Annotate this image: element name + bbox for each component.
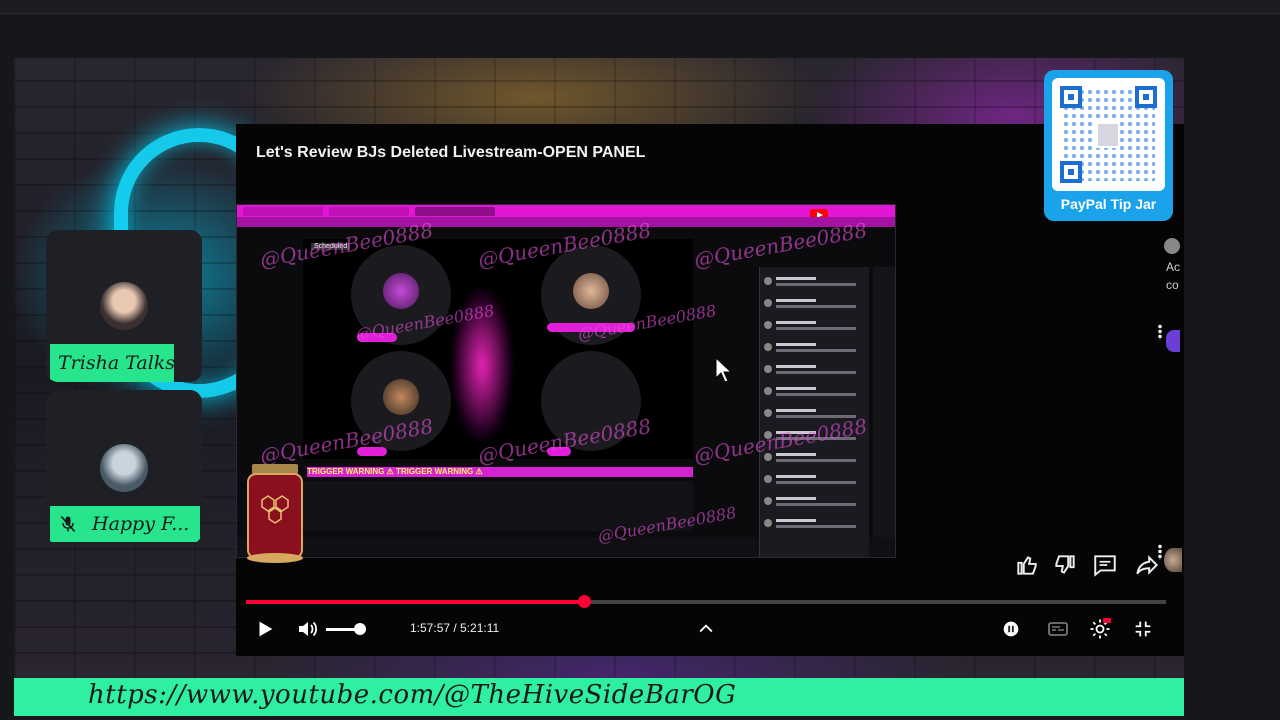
captions-icon[interactable] xyxy=(1046,616,1070,642)
webcam-panel: Trisha Talks xyxy=(46,230,202,382)
qr-finder-pattern xyxy=(1135,86,1157,108)
trigger-warning-text: TRIGGER WARNING ⚠ TRIGGER WARNING ⚠ xyxy=(307,467,483,476)
webcam-name-label: Trisha Talks xyxy=(50,344,174,382)
browser-tab xyxy=(243,207,323,216)
webcam-avatar xyxy=(100,282,148,330)
chat-message xyxy=(764,275,864,291)
qr-finder-pattern xyxy=(1060,161,1082,183)
chat-message xyxy=(764,341,864,357)
player-controls: 1:57:57 / 5:21:11 xyxy=(236,612,1184,648)
video-player[interactable]: Let's Review BJs Deleted Livestream-OPEN… xyxy=(236,124,1184,656)
paypal-label: PayPal Tip Jar xyxy=(1060,196,1157,212)
chat-panel xyxy=(759,267,869,557)
webcam-panel: Happy F... xyxy=(46,390,202,544)
guest-avatar xyxy=(573,273,609,309)
settings-icon[interactable] xyxy=(1088,616,1112,642)
guest-avatar xyxy=(383,273,419,309)
chevron-up-icon[interactable] xyxy=(696,616,716,642)
more-options-icon[interactable] xyxy=(1158,324,1162,340)
more-options-icon[interactable] xyxy=(1158,544,1162,560)
thumbs-up-icon[interactable] xyxy=(1014,552,1040,578)
seek-bar-played xyxy=(246,600,584,604)
chat-message xyxy=(764,495,864,511)
stream-screen: Let's Review BJs Deleted Livestream-OPEN… xyxy=(0,0,1280,720)
browser-tab xyxy=(415,207,495,216)
chat-message xyxy=(764,297,864,313)
chat-message xyxy=(764,363,864,379)
qr-finder-pattern xyxy=(1060,86,1082,108)
comment-icon[interactable] xyxy=(1092,552,1118,578)
browser-tab xyxy=(329,207,409,216)
webcam-name-label: Happy F... xyxy=(92,513,190,535)
mic-muted-icon xyxy=(60,515,76,533)
chat-message xyxy=(764,473,864,489)
thumbs-down-icon[interactable] xyxy=(1052,552,1078,578)
volume-icon[interactable] xyxy=(296,616,320,642)
browser-tab-strip xyxy=(237,205,895,217)
play-icon[interactable] xyxy=(254,616,276,642)
seek-bar-scrubber[interactable] xyxy=(577,595,591,608)
chat-message xyxy=(764,385,864,401)
seek-bar[interactable] xyxy=(246,595,1166,608)
chat-message xyxy=(764,319,864,335)
share-icon[interactable] xyxy=(1134,552,1160,578)
exit-fullscreen-icon[interactable] xyxy=(1132,616,1154,642)
captured-screen: Scheduled TRIGGER WARNING ⚠ TRIGGER WARN… xyxy=(236,204,896,558)
chat-message xyxy=(764,517,864,533)
trigger-warning-banner: TRIGGER WARNING ⚠ TRIGGER WARNING ⚠ xyxy=(307,467,693,477)
volume-slider-knob[interactable] xyxy=(354,623,366,635)
studio-side-toolbar xyxy=(873,267,895,537)
side-avatar xyxy=(1164,238,1180,254)
qr-code xyxy=(1052,78,1165,191)
hive-tip-jar-graphic xyxy=(247,464,303,563)
time-display: 1:57:57 / 5:21:11 xyxy=(410,621,500,635)
channel-url-banner: https://www.youtube.com/@TheHiveSideBarO… xyxy=(14,678,1184,716)
side-badge xyxy=(1166,330,1180,352)
guest-avatar xyxy=(383,379,419,415)
qr-center-logo xyxy=(1096,122,1120,148)
paypal-tip-jar-card[interactable]: PayPal Tip Jar xyxy=(1044,70,1173,221)
side-text: Ac xyxy=(1166,260,1181,274)
autoplay-toggle-icon[interactable] xyxy=(1000,616,1022,642)
webcam-name-bar: Happy F... xyxy=(50,506,200,542)
mouse-cursor-icon xyxy=(715,357,733,383)
video-actions xyxy=(1008,552,1168,580)
channel-url-text: https://www.youtube.com/@TheHiveSideBarO… xyxy=(88,680,737,710)
address-bar xyxy=(237,217,895,227)
webcam-avatar xyxy=(100,444,148,492)
side-text: co xyxy=(1166,278,1179,292)
video-title: Let's Review BJs Deleted Livestream-OPEN… xyxy=(256,144,646,161)
side-avatar xyxy=(1164,548,1182,572)
top-bar xyxy=(0,0,1280,14)
